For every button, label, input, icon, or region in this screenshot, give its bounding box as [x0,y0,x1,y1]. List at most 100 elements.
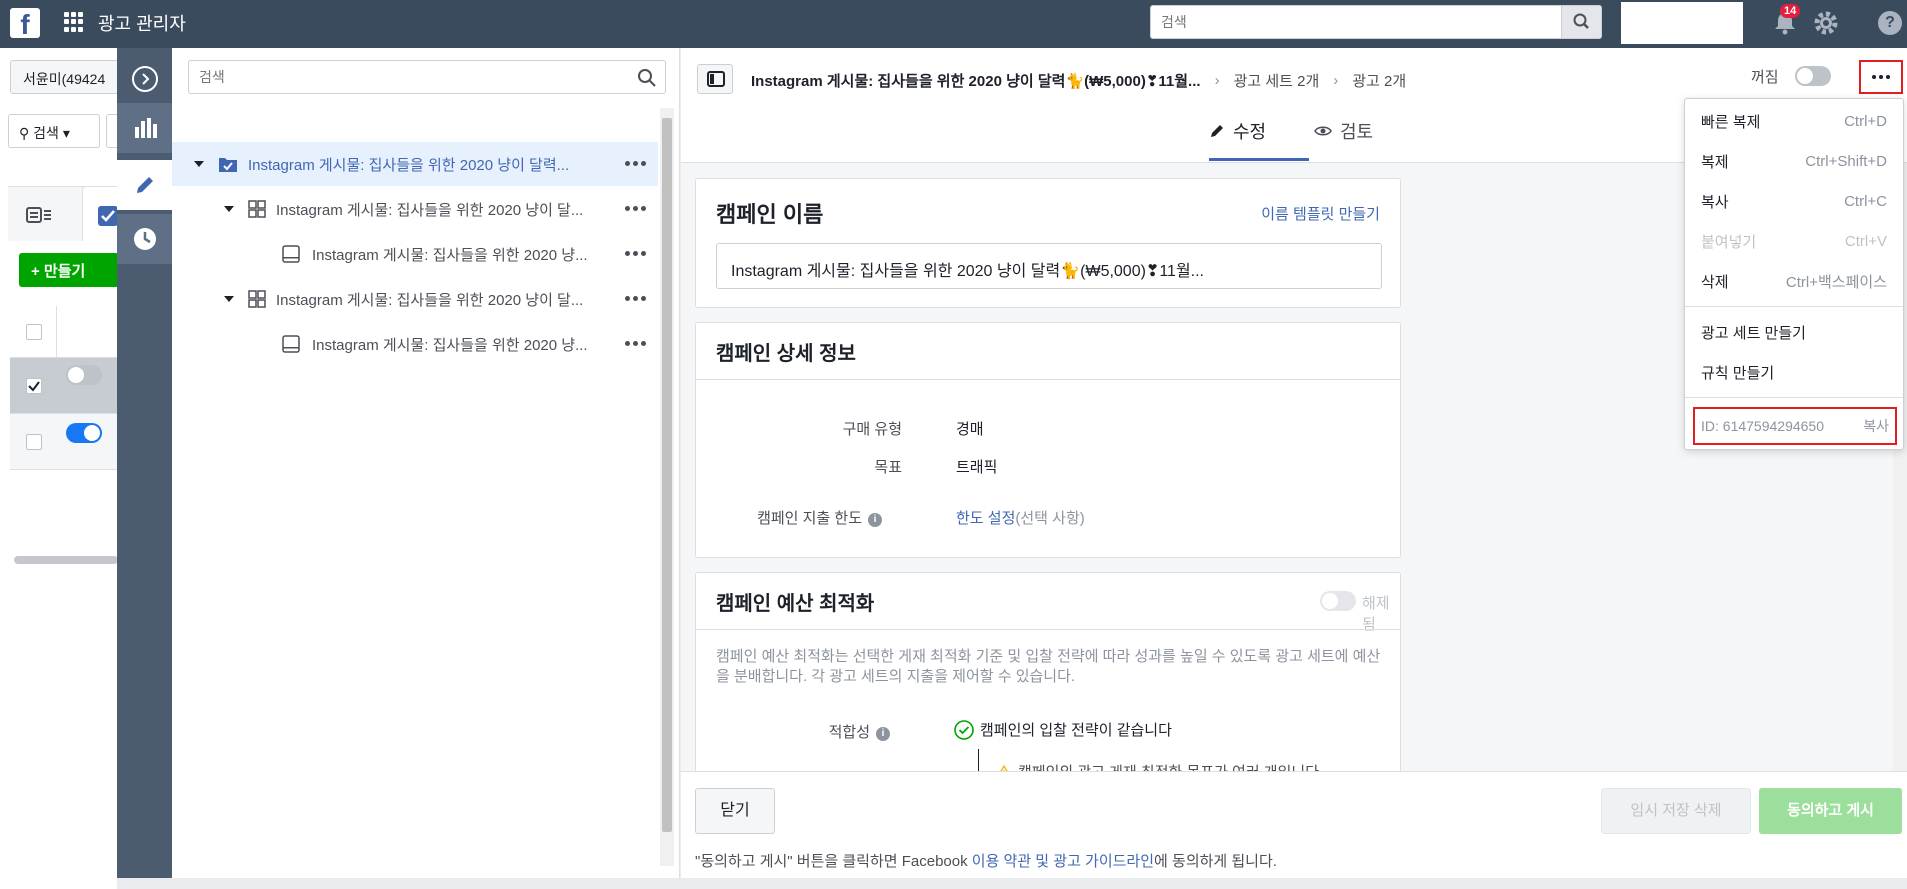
menu-item-create-rule[interactable]: 규칙 만들기 [1685,352,1903,392]
chevron-right-icon: › [1214,72,1220,89]
tree-item-adset[interactable]: Instagram 게시물: 집사들을 위한 2020 냥이 달... [172,277,658,321]
top-search-box[interactable] [1150,5,1602,39]
tree-item-ad[interactable]: Instagram 게시물: 집사들을 위한 2020 냥... [172,232,658,276]
menu-item-copy[interactable]: 복사 Ctrl+C [1685,181,1903,221]
caret-down-icon[interactable] [224,296,234,302]
adset-grid-icon [248,200,266,218]
ad-icon [282,245,300,263]
collapse-editor-button[interactable] [117,54,172,104]
tree-scrollbar[interactable] [660,108,674,866]
budget-optimization-toggle[interactable] [1320,591,1356,611]
campaign-name-title: 캠페인 이름 [716,202,824,227]
account-selector[interactable]: 서윤미(49424 [10,60,125,94]
menu-item-shortcut: Ctrl+D [1844,112,1887,130]
tree-search-box[interactable] [188,60,666,94]
gear-icon[interactable] [1812,9,1840,37]
menu-item-label: 규칙 만들기 [1701,364,1775,382]
tab-review[interactable]: 검토 [1314,118,1373,144]
terms-link[interactable]: 이용 약관 및 광고 가이드라인 [972,853,1154,870]
facebook-logo-icon[interactable]: f [10,8,40,40]
top-search-button[interactable] [1561,6,1601,38]
info-icon[interactable]: i [868,513,882,527]
more-options-icon[interactable] [625,206,646,211]
legal-notice: "동의하고 게시" 버튼을 클릭하면 Facebook 이용 약관 및 광고 가… [695,850,1277,871]
buying-type-value: 경매 [956,421,984,438]
menu-item-create-adset[interactable]: 광고 세트 만들기 [1685,312,1903,352]
tree-item-label: Instagram 게시물: 집사들을 위한 2020 냥이 달... [276,291,584,309]
menu-item-label: 빠른 복제 [1701,113,1761,131]
toggle-panel-button[interactable] [697,64,733,94]
discard-draft-button[interactable]: 임시 저장 삭제 [1601,788,1751,834]
menu-divider [1685,306,1903,307]
menu-item-quick-duplicate[interactable]: 빠른 복제 Ctrl+D [1685,101,1903,141]
filter-search-button[interactable]: ⚲ 검색 ▾ [8,114,100,148]
budget-optimization-title: 캠페인 예산 최적화 [716,593,875,615]
breadcrumb-adsets[interactable]: 광고 세트 2개 [1234,70,1320,91]
objective-label: 목표 [874,459,902,476]
apps-grid-icon[interactable] [64,12,84,32]
adset-grid-icon [248,290,266,308]
clock-icon [133,228,156,250]
copy-id-button[interactable]: 복사 [1863,416,1889,436]
menu-item-shortcut: Ctrl+Shift+D [1805,152,1887,170]
campaign-tree-panel: Instagram 게시물: 집사들을 위한 2020 냥이 달력... Ins… [172,48,680,878]
row-checkbox[interactable] [26,378,42,394]
close-button[interactable]: 닫기 [695,788,775,834]
horizontal-scrollbar[interactable] [14,556,118,564]
menu-item-label: 붙여넣기 [1701,233,1757,251]
eligibility-status-text: 캠페인의 입찰 전략이 같습니다 [980,722,1172,739]
menu-item-duplicate[interactable]: 복제 Ctrl+Shift+D [1685,141,1903,181]
row-toggle[interactable] [66,365,102,385]
help-icon[interactable]: ? [1878,11,1902,35]
top-search-input[interactable] [1151,6,1561,38]
tree-item-adset[interactable]: Instagram 게시물: 집사들을 위한 2020 냥이 달... [172,187,658,231]
menu-item-label: 광고 세트 만들기 [1701,324,1806,342]
row-checkbox[interactable] [26,434,42,450]
menu-divider [1685,397,1903,398]
more-options-icon[interactable] [625,161,646,166]
more-options-icon[interactable] [625,341,646,346]
table-row[interactable] [10,414,118,470]
campaign-id-text: ID: 6147594294650 [1701,418,1824,434]
legal-suffix: 에 동의하게 됩니다. [1154,853,1277,870]
tree-item-ad[interactable]: Instagram 게시물: 집사들을 위한 2020 냥... [172,322,658,366]
breadcrumb: Instagram 게시물: 집사들을 위한 2020 냥이 달력🐈(₩5,00… [751,70,1406,91]
name-template-link[interactable]: 이름 템플릿 만들기 [1261,203,1380,224]
campaign-status-toggle[interactable] [1795,66,1831,86]
select-all-checkbox[interactable] [26,324,42,340]
active-tab-indicator [1209,158,1309,161]
tree-item-campaign[interactable]: Instagram 게시물: 집사들을 위한 2020 냥이 달력... [172,142,658,186]
objective-value: 트래픽 [956,459,998,476]
menu-item-shortcut: Ctrl+백스페이스 [1785,273,1887,291]
tab-edit[interactable]: 수정 [1209,118,1266,144]
more-options-icon[interactable] [625,251,646,256]
caret-down-icon[interactable] [194,161,204,167]
reporting-nav-button[interactable] [117,103,172,153]
breadcrumb-ads[interactable]: 광고 2개 [1352,70,1406,91]
app-title[interactable]: 광고 관리자 [98,10,186,36]
row-toggle[interactable] [66,423,102,443]
search-icon: ⚲ [19,125,30,141]
menu-item-paste[interactable]: 붙여넣기 Ctrl+V [1685,221,1903,261]
tree-search-input[interactable] [189,61,609,93]
info-icon[interactable]: i [876,727,890,741]
more-actions-button[interactable] [1859,60,1903,94]
publish-button[interactable]: 동의하고 게시 [1759,788,1902,834]
account-menu-box[interactable] [1621,2,1743,44]
campaign-tab-icon[interactable] [26,207,52,223]
breadcrumb-campaign[interactable]: Instagram 게시물: 집사들을 위한 2020 냥이 달력🐈(₩5,00… [751,70,1201,91]
caret-down-icon[interactable] [224,206,234,212]
check-circle-icon [954,719,974,740]
chevron-down-icon: ▾ [62,125,70,141]
buying-type-label: 구매 유형 [842,421,902,438]
create-button[interactable]: + 만들기 [19,253,119,287]
campaign-name-input[interactable]: Instagram 게시물: 집사들을 위한 2020 냥이 달력🐈(₩5,00… [716,243,1382,289]
edit-nav-button[interactable] [117,160,172,210]
adset-tab[interactable] [82,186,122,241]
set-limit-link[interactable]: 한도 설정 [956,510,1015,527]
history-nav-button[interactable] [117,214,172,264]
chevron-right-icon: › [1333,72,1339,89]
more-options-icon[interactable] [625,296,646,301]
table-row[interactable] [10,358,118,414]
menu-item-delete[interactable]: 삭제 Ctrl+백스페이스 [1685,261,1903,301]
